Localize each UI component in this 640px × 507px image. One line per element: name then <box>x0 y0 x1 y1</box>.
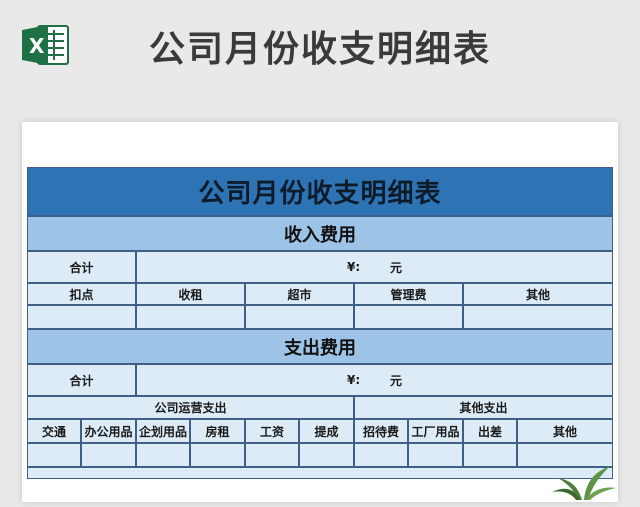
expense-data-cell[interactable] <box>136 443 190 467</box>
income-col-header: 管理费 <box>354 283 463 305</box>
expense-data-cell[interactable] <box>299 443 354 467</box>
income-unit: 元 <box>390 260 403 275</box>
income-currency-symbol: ¥: <box>347 260 361 274</box>
expense-data-cell[interactable] <box>27 443 81 467</box>
income-data-cell[interactable] <box>27 305 136 329</box>
expense-col-header: 工资 <box>245 419 299 443</box>
expense-data-cell[interactable] <box>408 443 463 467</box>
expense-data-cell[interactable] <box>81 443 136 467</box>
expense-section-header: 支出费用 <box>27 329 613 364</box>
expense-col-header: 企划用品 <box>136 419 190 443</box>
expense-total-value-cell[interactable]: ¥: 元 <box>136 364 613 396</box>
expense-col-header: 其他 <box>517 419 613 443</box>
expense-unit: 元 <box>390 373 403 388</box>
expense-col-header: 出差 <box>463 419 517 443</box>
expense-currency-symbol: ¥: <box>347 373 361 387</box>
expense-data-cell[interactable] <box>190 443 245 467</box>
page-header: X 公司月份收支明细表 <box>0 0 640 110</box>
income-col-header: 超市 <box>245 283 354 305</box>
page-title: 公司月份收支明细表 <box>148 29 491 70</box>
income-total-value-cell[interactable]: ¥: 元 <box>136 251 613 283</box>
expense-col-header: 招待费 <box>354 419 408 443</box>
expense-data-cell[interactable] <box>354 443 408 467</box>
expense-total-label: 合计 <box>27 364 136 396</box>
expense-next-row[interactable] <box>27 467 613 479</box>
sheet-title-cell: 公司月份收支明细表 <box>27 167 613 216</box>
expense-col-header: 房租 <box>190 419 245 443</box>
income-data-cell[interactable] <box>245 305 354 329</box>
income-data-cell[interactable] <box>354 305 463 329</box>
income-data-cell[interactable] <box>463 305 613 329</box>
income-section-header: 收入费用 <box>27 216 613 251</box>
expense-group-company: 公司运营支出 <box>27 396 354 419</box>
expense-col-header: 办公用品 <box>81 419 136 443</box>
expense-col-header: 工厂用品 <box>408 419 463 443</box>
income-col-header: 收租 <box>136 283 245 305</box>
expense-col-header: 交通 <box>27 419 81 443</box>
expense-col-header: 提成 <box>299 419 354 443</box>
plant-decoration-icon <box>552 466 616 500</box>
income-col-header: 扣点 <box>27 283 136 305</box>
income-col-header: 其他 <box>463 283 613 305</box>
income-data-cell[interactable] <box>136 305 245 329</box>
expense-data-cell[interactable] <box>463 443 517 467</box>
expense-group-other: 其他支出 <box>354 396 613 419</box>
income-total-label: 合计 <box>27 251 136 283</box>
expense-data-cell[interactable] <box>245 443 299 467</box>
spreadsheet-table: 公司月份收支明细表 收入费用 合计 ¥: 元 扣点 收租 超市 管理费 其他 支… <box>27 167 613 507</box>
